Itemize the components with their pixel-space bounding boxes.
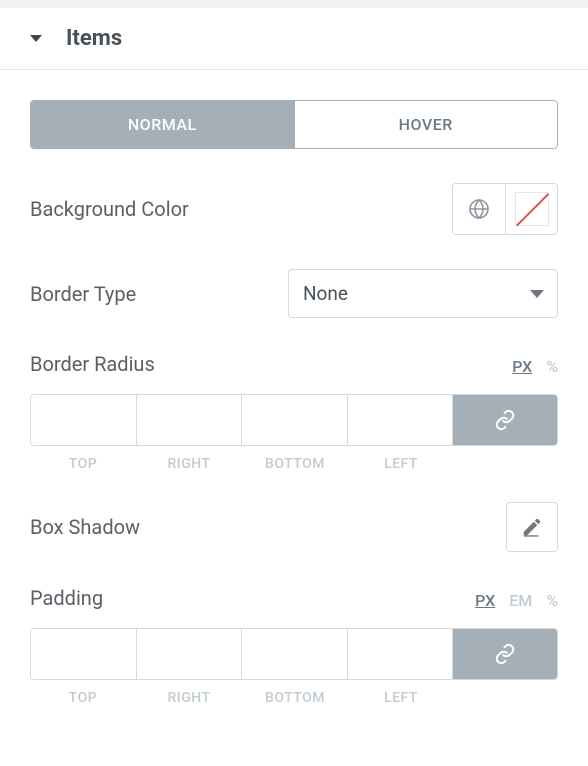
dim-label-top: TOP [30,456,136,472]
caret-down-icon [30,35,42,42]
background-color-row: Background Color [30,183,558,235]
border-radius-dim-labels: TOP RIGHT BOTTOM LEFT [30,456,558,472]
padding-block: Padding PX EM % TOP RIGHT BOTTOM LEF [30,586,558,706]
padding-bottom-input[interactable] [242,629,348,679]
border-radius-bottom-input[interactable] [242,395,348,445]
dim-label-right: RIGHT [136,456,242,472]
border-type-value: None [303,282,348,305]
panel-top-strip [0,0,588,8]
border-radius-link-button[interactable] [453,395,557,445]
padding-link-button[interactable] [453,629,557,679]
box-shadow-row: Box Shadow [30,502,558,552]
dim-label-bottom: BOTTOM [242,690,348,706]
tab-hover[interactable]: HOVER [294,101,558,148]
unit-percent-padding[interactable]: % [546,591,558,610]
dim-label-bottom: BOTTOM [242,456,348,472]
no-color-swatch-icon [515,192,549,226]
pencil-icon [521,516,543,538]
unit-percent[interactable]: % [546,357,558,376]
border-radius-label: Border Radius [30,352,155,376]
border-radius-left-input[interactable] [348,395,454,445]
padding-dim-labels: TOP RIGHT BOTTOM LEFT [30,690,558,706]
border-radius-block: Border Radius PX % TOP RIGHT BOTTOM LEFT [30,352,558,472]
border-type-select[interactable]: None [288,269,558,318]
padding-top-input[interactable] [31,629,137,679]
padding-left-input[interactable] [348,629,454,679]
padding-units: PX EM % [475,591,558,610]
unit-px-padding[interactable]: PX [475,591,495,610]
dim-label-left: LEFT [348,690,454,706]
dim-label-right: RIGHT [136,690,242,706]
panel-body: NORMAL HOVER Background Color Border Typ… [0,70,588,746]
padding-label: Padding [30,586,103,610]
link-icon [494,409,516,431]
unit-px[interactable]: PX [512,357,532,376]
background-color-controls [452,183,558,235]
section-title: Items [66,26,122,51]
color-picker-button[interactable] [505,184,557,234]
box-shadow-label: Box Shadow [30,515,140,539]
chevron-down-icon [530,290,544,298]
section-header[interactable]: Items [0,8,588,70]
global-color-button[interactable] [453,184,505,234]
border-radius-right-input[interactable] [137,395,243,445]
padding-inputs [30,628,558,680]
border-radius-units: PX % [512,357,558,376]
border-radius-top-input[interactable] [31,395,137,445]
border-type-label: Border Type [30,282,136,306]
globe-icon [467,197,491,221]
unit-em-padding[interactable]: EM [509,591,532,610]
tab-normal[interactable]: NORMAL [31,101,294,148]
padding-right-input[interactable] [137,629,243,679]
dim-label-top: TOP [30,690,136,706]
state-tabs: NORMAL HOVER [30,100,558,149]
border-type-row: Border Type None [30,269,558,318]
border-radius-inputs [30,394,558,446]
link-icon [494,643,516,665]
background-color-label: Background Color [30,197,189,221]
box-shadow-edit-button[interactable] [506,502,558,552]
dim-label-left: LEFT [348,456,454,472]
